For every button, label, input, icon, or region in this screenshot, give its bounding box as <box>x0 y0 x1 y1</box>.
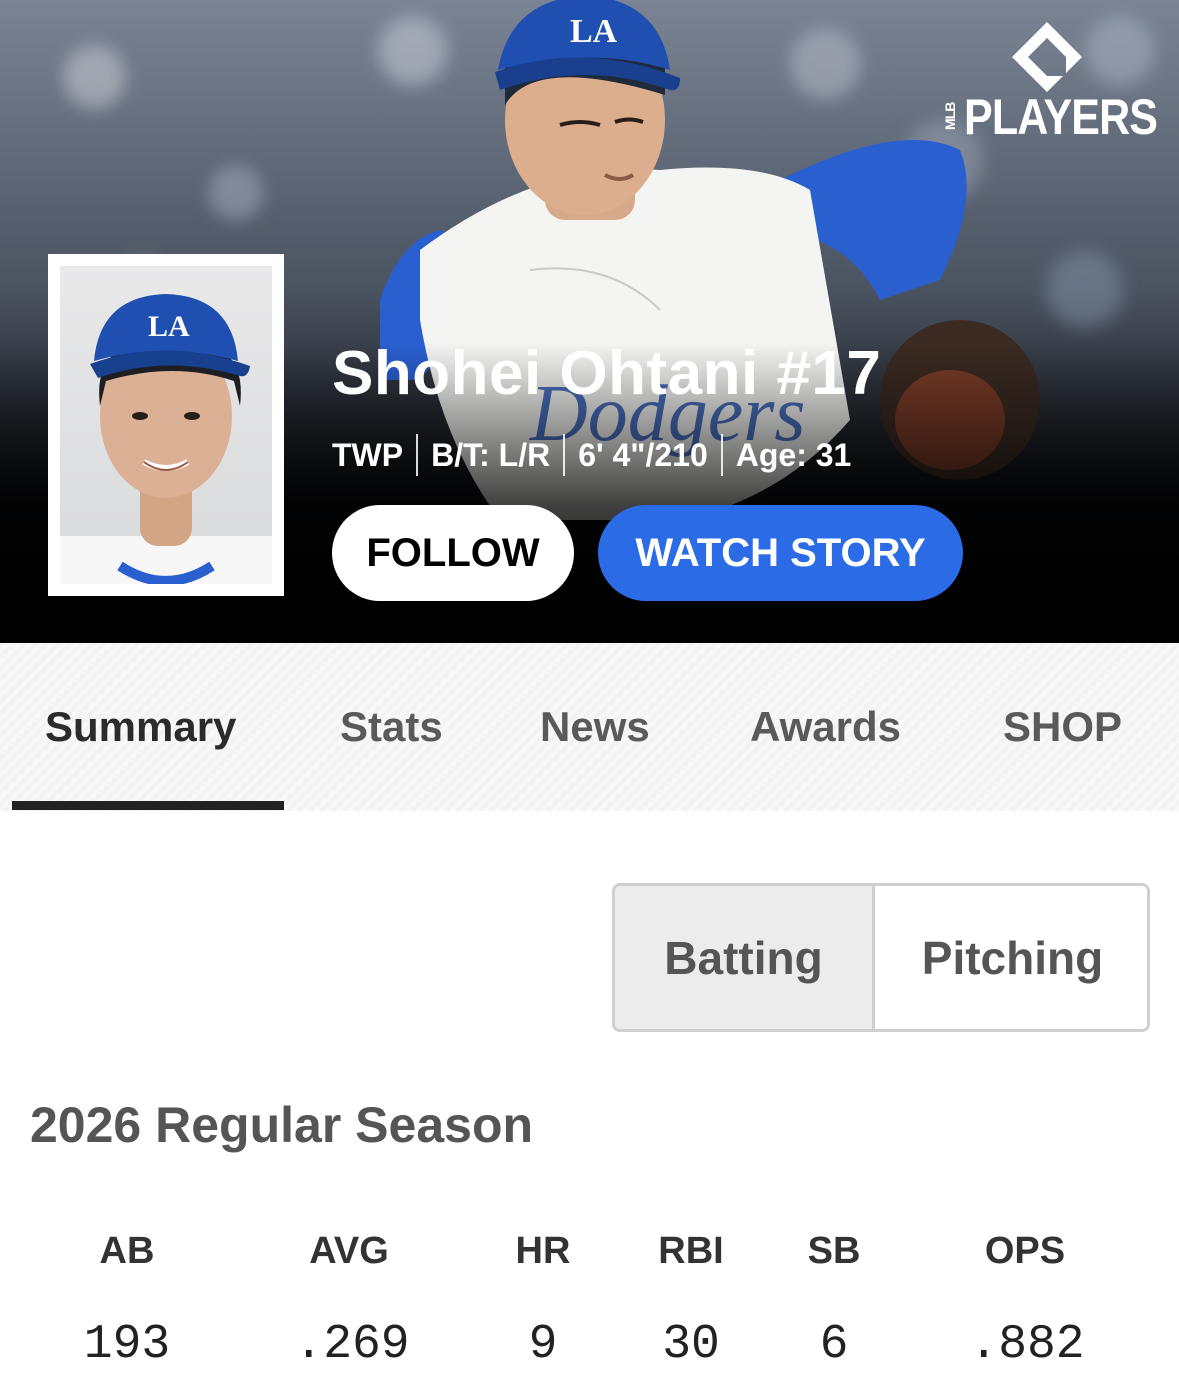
bio-divider <box>720 434 723 476</box>
bio-bats-throws: B/T: L/R <box>431 436 551 473</box>
mlb-logo-text: MLB <box>942 102 958 130</box>
bio-divider <box>416 434 419 476</box>
stat-header-ab: AB <box>99 1230 155 1272</box>
follow-button[interactable]: FOLLOW <box>332 505 574 601</box>
player-name: Shohei Ohtani #17 <box>332 339 882 408</box>
player-headshot: LA <box>48 254 284 596</box>
stat-value-ab: 193 <box>83 1318 171 1372</box>
stat-header-sb: SB <box>807 1230 861 1272</box>
stat-type-toggle: Batting Pitching <box>612 883 1150 1032</box>
tab-awards[interactable]: Awards <box>750 703 901 751</box>
stat-value-ops: .882 <box>969 1318 1085 1372</box>
tab-news[interactable]: News <box>540 703 650 751</box>
tab-stats[interactable]: Stats <box>340 703 443 751</box>
pitching-toggle-option[interactable]: Pitching <box>875 886 1147 1029</box>
batting-toggle-option[interactable]: Batting <box>615 886 875 1029</box>
player-bio: TWP B/T: L/R 6' 4"/210 Age: 31 <box>332 434 851 476</box>
season-title: 2026 Regular Season <box>30 1097 534 1153</box>
tab-shop[interactable]: SHOP <box>1003 703 1122 751</box>
stat-header-rbi: RBI <box>658 1230 724 1272</box>
stat-header-ops: OPS <box>984 1230 1066 1272</box>
stat-header-avg: AVG <box>309 1230 389 1272</box>
player-hero: Dodgers LA MLB PLAYERS LA <box>0 0 1179 643</box>
bio-height-weight: 6' 4"/210 <box>578 436 708 473</box>
bio-divider <box>563 434 566 476</box>
stat-value-sb: 6 <box>819 1318 849 1372</box>
headshot-photo: LA <box>60 294 272 584</box>
bio-position: TWP <box>332 436 404 473</box>
svg-text:LA: LA <box>148 310 190 343</box>
active-tab-indicator <box>12 801 284 810</box>
bio-age: Age: 31 <box>735 436 852 473</box>
tab-summary[interactable]: Summary <box>45 703 236 751</box>
stat-value-avg: .269 <box>294 1318 410 1372</box>
players-logo-text: PLAYERS <box>964 89 1158 145</box>
svg-text:LA: LA <box>570 13 618 50</box>
player-tabs: Summary Stats News Awards SHOP <box>0 643 1179 811</box>
players-diamond-icon <box>1012 22 1082 92</box>
stat-header-hr: HR <box>515 1230 571 1272</box>
watch-story-button[interactable]: WATCH STORY <box>598 505 963 601</box>
